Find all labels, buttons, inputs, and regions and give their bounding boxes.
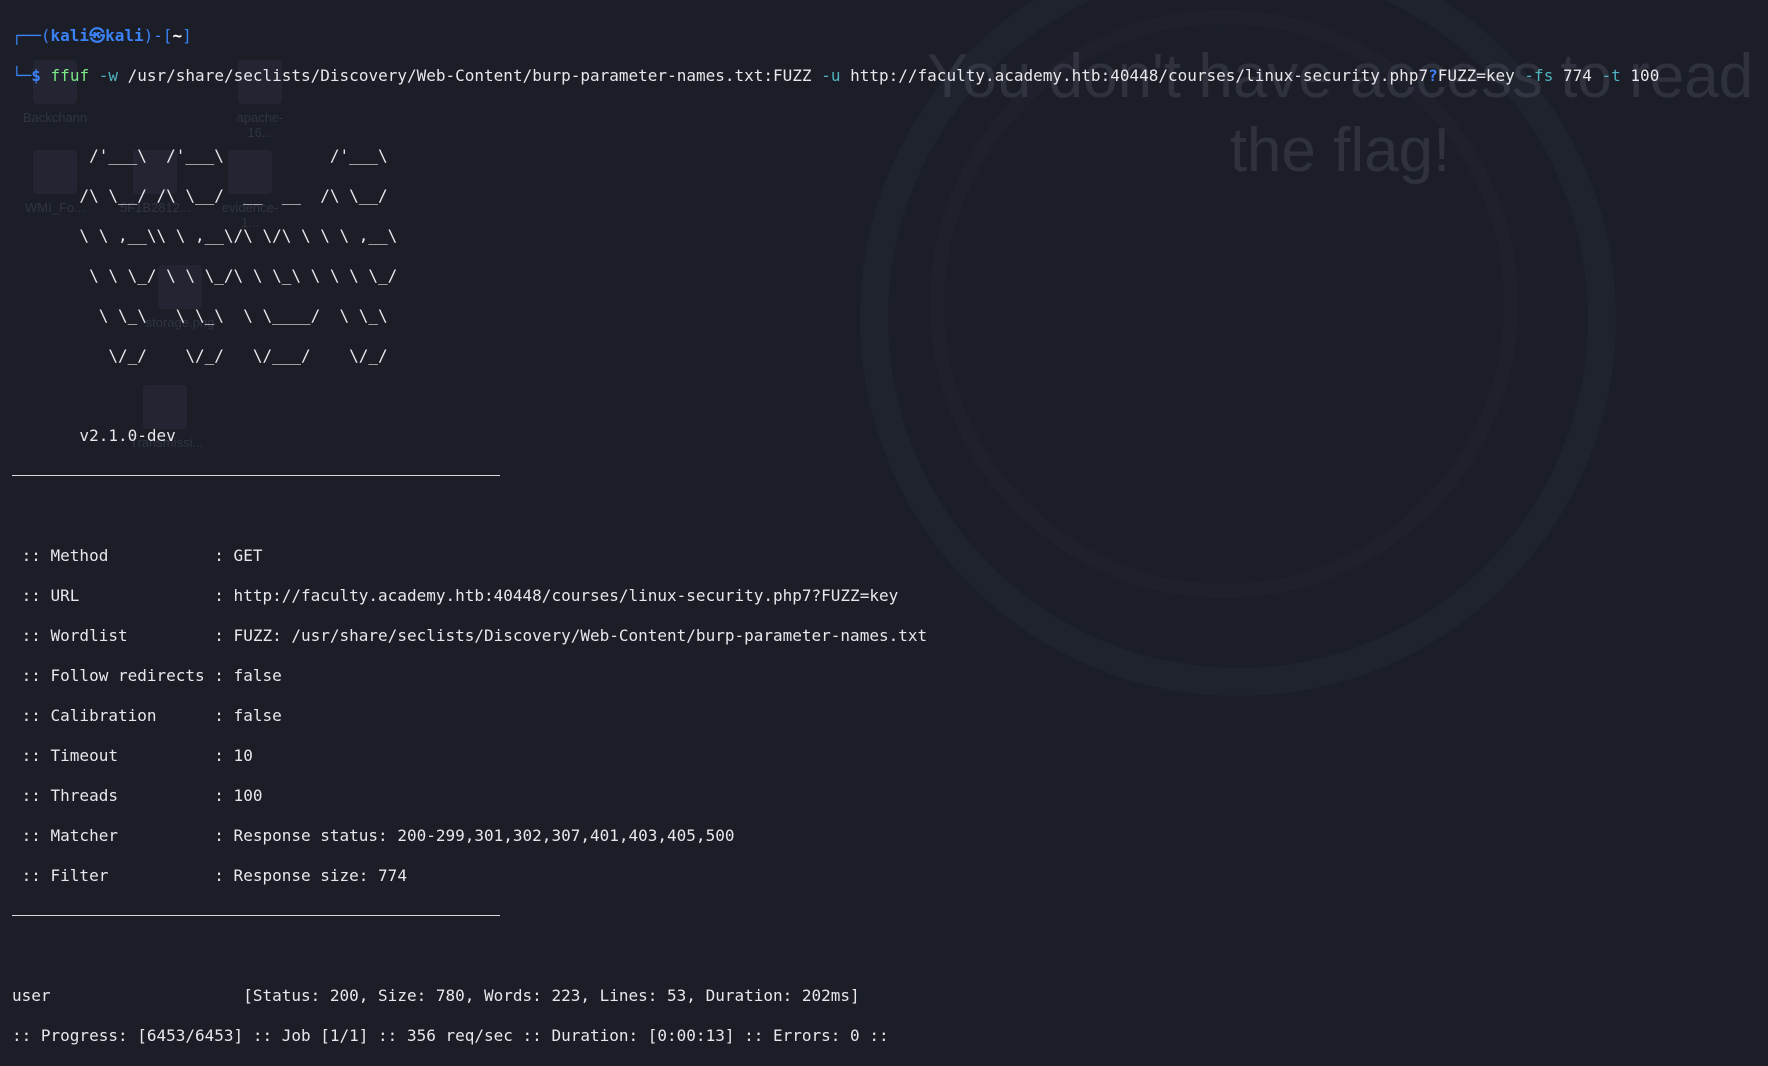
kali-skull-icon: ㉿: [89, 26, 106, 45]
banner-art-line: /\ \__/ /\ \__/ __ __ /\ \__/: [12, 186, 456, 205]
prompt-host: kali: [105, 26, 144, 45]
config-timeout: :: Timeout : 10: [12, 746, 253, 765]
banner-art-line: \/_/ \/_/ \/___/ \/_/: [12, 346, 456, 365]
command-url: http://faculty.academy.htb:40448/courses…: [850, 66, 1429, 85]
config-calibration: :: Calibration : false: [12, 706, 282, 725]
prompt-user: kali: [50, 26, 90, 45]
config-wordlist: :: Wordlist : FUZZ: /usr/share/seclists/…: [12, 626, 928, 645]
command-line[interactable]: └─$ ffuf -w /usr/share/seclists/Discover…: [12, 66, 1756, 86]
config-method: :: Method : GET: [12, 546, 263, 565]
config-threads: :: Threads : 100: [12, 786, 263, 805]
command-wordlist: /usr/share/seclists/Discovery/Web-Conten…: [127, 66, 812, 85]
banner-art-line: \ \ \_/ \ \ \_/\ \ \_\ \ \ \ \_/: [12, 266, 456, 285]
command-program: ffuf: [50, 66, 90, 85]
prompt-directory: ~: [172, 26, 183, 45]
banner-version: v2.1.0-dev: [12, 426, 176, 445]
banner-art-line: \ \ ,__\\ \ ,__\/\ \/\ \ \ \ ,__\: [12, 226, 456, 245]
progress-line: :: Progress: [6453/6453] :: Job [1/1] ::…: [12, 1026, 889, 1045]
divider: [12, 475, 500, 476]
banner-art-line: \ \_\ \ \_\ \ \____/ \ \_\: [12, 306, 456, 325]
config-filter: :: Filter : Response size: 774: [12, 866, 407, 885]
prompt-line: ┌──(kali㉿kali)-[~]: [12, 26, 192, 45]
prompt-frame-top: ┌──(: [12, 26, 51, 45]
divider: [12, 915, 500, 916]
prompt-symbol: $: [31, 66, 41, 85]
prompt-frame-bottom: └─: [12, 66, 32, 85]
config-matcher: :: Matcher : Response status: 200-299,30…: [12, 826, 735, 845]
terminal-window[interactable]: ┌──(kali㉿kali)-[~] └─$ ffuf -w /usr/shar…: [0, 0, 1768, 1045]
config-url: :: URL : http://faculty.academy.htb:4044…: [12, 586, 899, 605]
result-line: user [Status: 200, Size: 780, Words: 223…: [12, 986, 860, 1005]
config-follow-redirects: :: Follow redirects : false: [12, 666, 282, 685]
banner-art-line: /'___\ /'___\ /'___\: [12, 146, 456, 165]
